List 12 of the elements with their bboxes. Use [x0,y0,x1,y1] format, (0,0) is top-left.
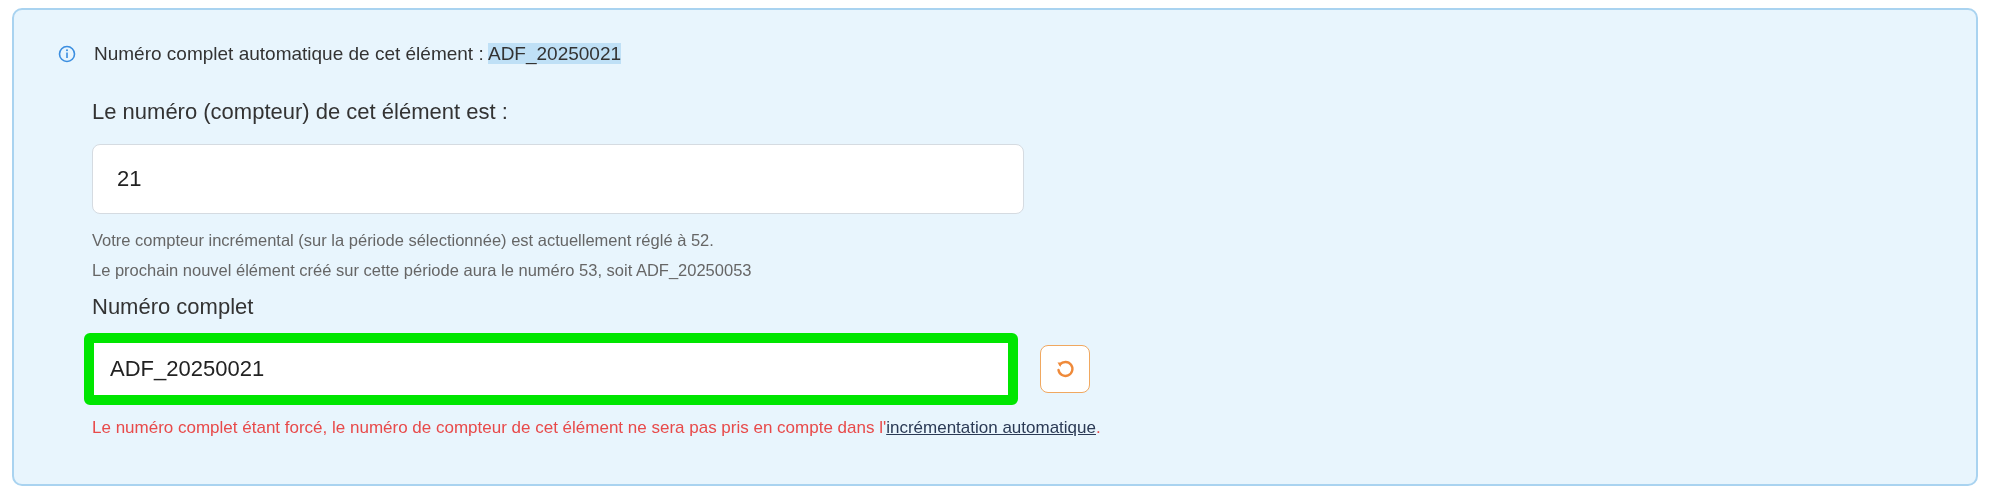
warning-text: Le numéro complet étant forcé, le numéro de compteur de cet élément ne sera pas pris en compte dans l'incrémentation automatique. [92,416,1102,439]
help-text: Votre compteur incrémental (sur la période sélectionnée) est actuellement réglé à 52. [92,229,715,250]
undo-icon [1055,358,1075,379]
counter-label: Le numéro (compteur) de cet élément est : [92,97,509,126]
full-number-input[interactable]: ADF_20250021 [84,332,1018,405]
incrementation-link[interactable]: incrémentation automatique [886,417,1096,437]
reset-button[interactable] [1040,344,1090,393]
counter-input[interactable]: 21 [92,143,1024,214]
full-number-label: Numéro complet [92,292,255,321]
info-text: Numéro complet automatique de cet élément : ADF_20250021 [94,42,622,67]
help-text: Le prochain nouvel élément créé sur cette période aura le numéro 53, soit ADF_20250053 [92,259,753,280]
info-icon [58,45,76,64]
